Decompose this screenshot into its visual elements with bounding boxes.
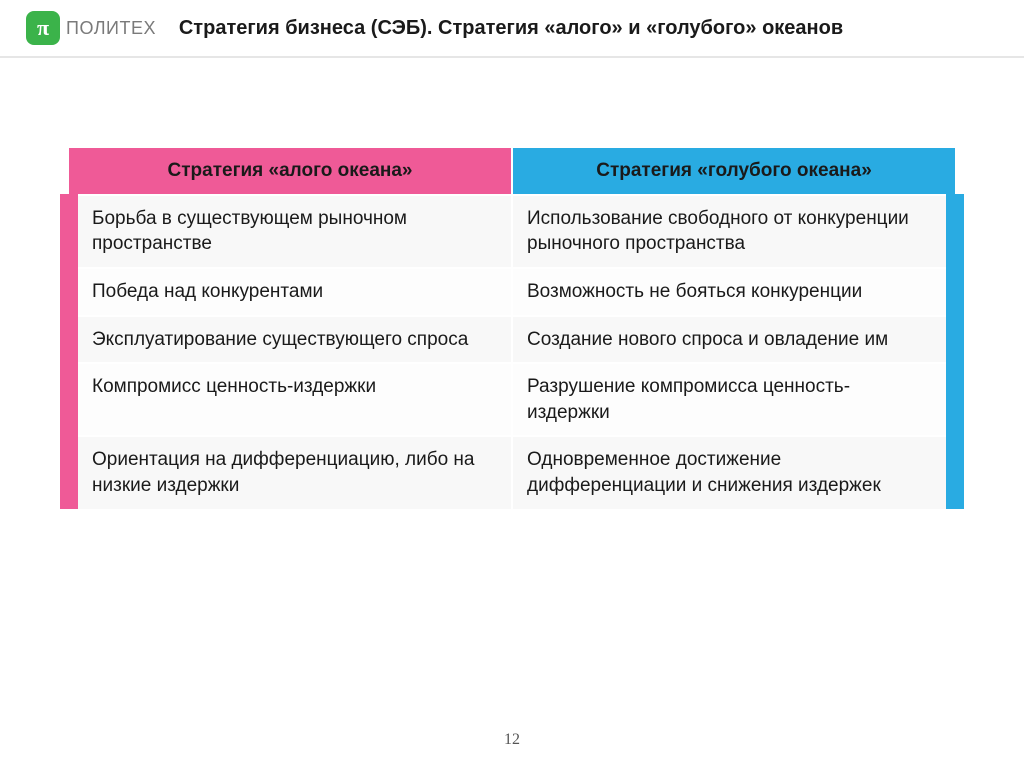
cell-blue: Создание нового спроса и овладение им [512,316,955,364]
logo: π ПОЛИТЕХ [26,11,156,45]
table-row: Компромисс ценность-издержки Разрушение … [69,363,955,436]
logo-text: ПОЛИТЕХ [66,18,156,39]
table-row: Победа над конкурентами Возможность не б… [69,268,955,316]
cell-red: Компромисс ценность-издержки [69,363,512,436]
content-area: Стратегия «алого океана» Стратегия «голу… [0,58,1024,509]
cell-red: Эксплуатирование существующего спроса [69,316,512,364]
column-header-red: Стратегия «алого океана» [69,148,512,195]
cell-blue: Одновременное достижение дифференциации … [512,436,955,508]
cell-blue: Возможность не бояться конкуренции [512,268,955,316]
strategy-table: Стратегия «алого океана» Стратегия «голу… [60,148,964,509]
cell-red: Победа над конкурентами [69,268,512,316]
header: π ПОЛИТЕХ Стратегия бизнеса (СЭБ). Страт… [0,0,1024,58]
cell-blue: Использование свободного от конкуренции … [512,195,955,268]
table-row: Борьба в существующем рыночном пространс… [69,195,955,268]
page-number: 12 [0,731,1024,749]
table-row: Ориентация на дифференциацию, либо на ни… [69,436,955,508]
cell-blue: Разрушение компромисса ценность-издержки [512,363,955,436]
table-row: Эксплуатирование существующего спроса Со… [69,316,955,364]
logo-mark-icon: π [26,11,60,45]
cell-red: Ориентация на дифференциацию, либо на ни… [69,436,512,508]
cell-red: Борьба в существующем рыночном пространс… [69,195,512,268]
slide: π ПОЛИТЕХ Стратегия бизнеса (СЭБ). Страт… [0,0,1024,767]
page-title: Стратегия бизнеса (СЭБ). Стратегия «алог… [156,17,866,40]
column-header-blue: Стратегия «голубого океана» [512,148,955,195]
